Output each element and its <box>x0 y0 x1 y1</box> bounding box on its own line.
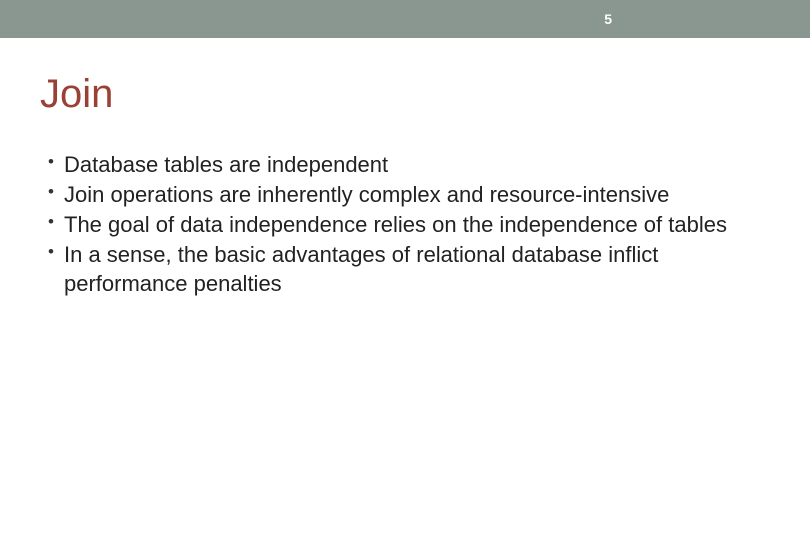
page-number: 5 <box>604 11 612 27</box>
slide-title: Join <box>40 72 770 117</box>
bullet-item: Database tables are independent <box>48 151 770 179</box>
bullet-item: Join operations are inherently complex a… <box>48 181 770 209</box>
slide-content: Join Database tables are independent Joi… <box>0 38 810 298</box>
bullet-list: Database tables are independent Join ope… <box>40 151 770 298</box>
header-bar: 5 <box>0 0 810 38</box>
bullet-item: In a sense, the basic advantages of rela… <box>48 241 770 297</box>
bullet-item: The goal of data independence relies on … <box>48 211 770 239</box>
